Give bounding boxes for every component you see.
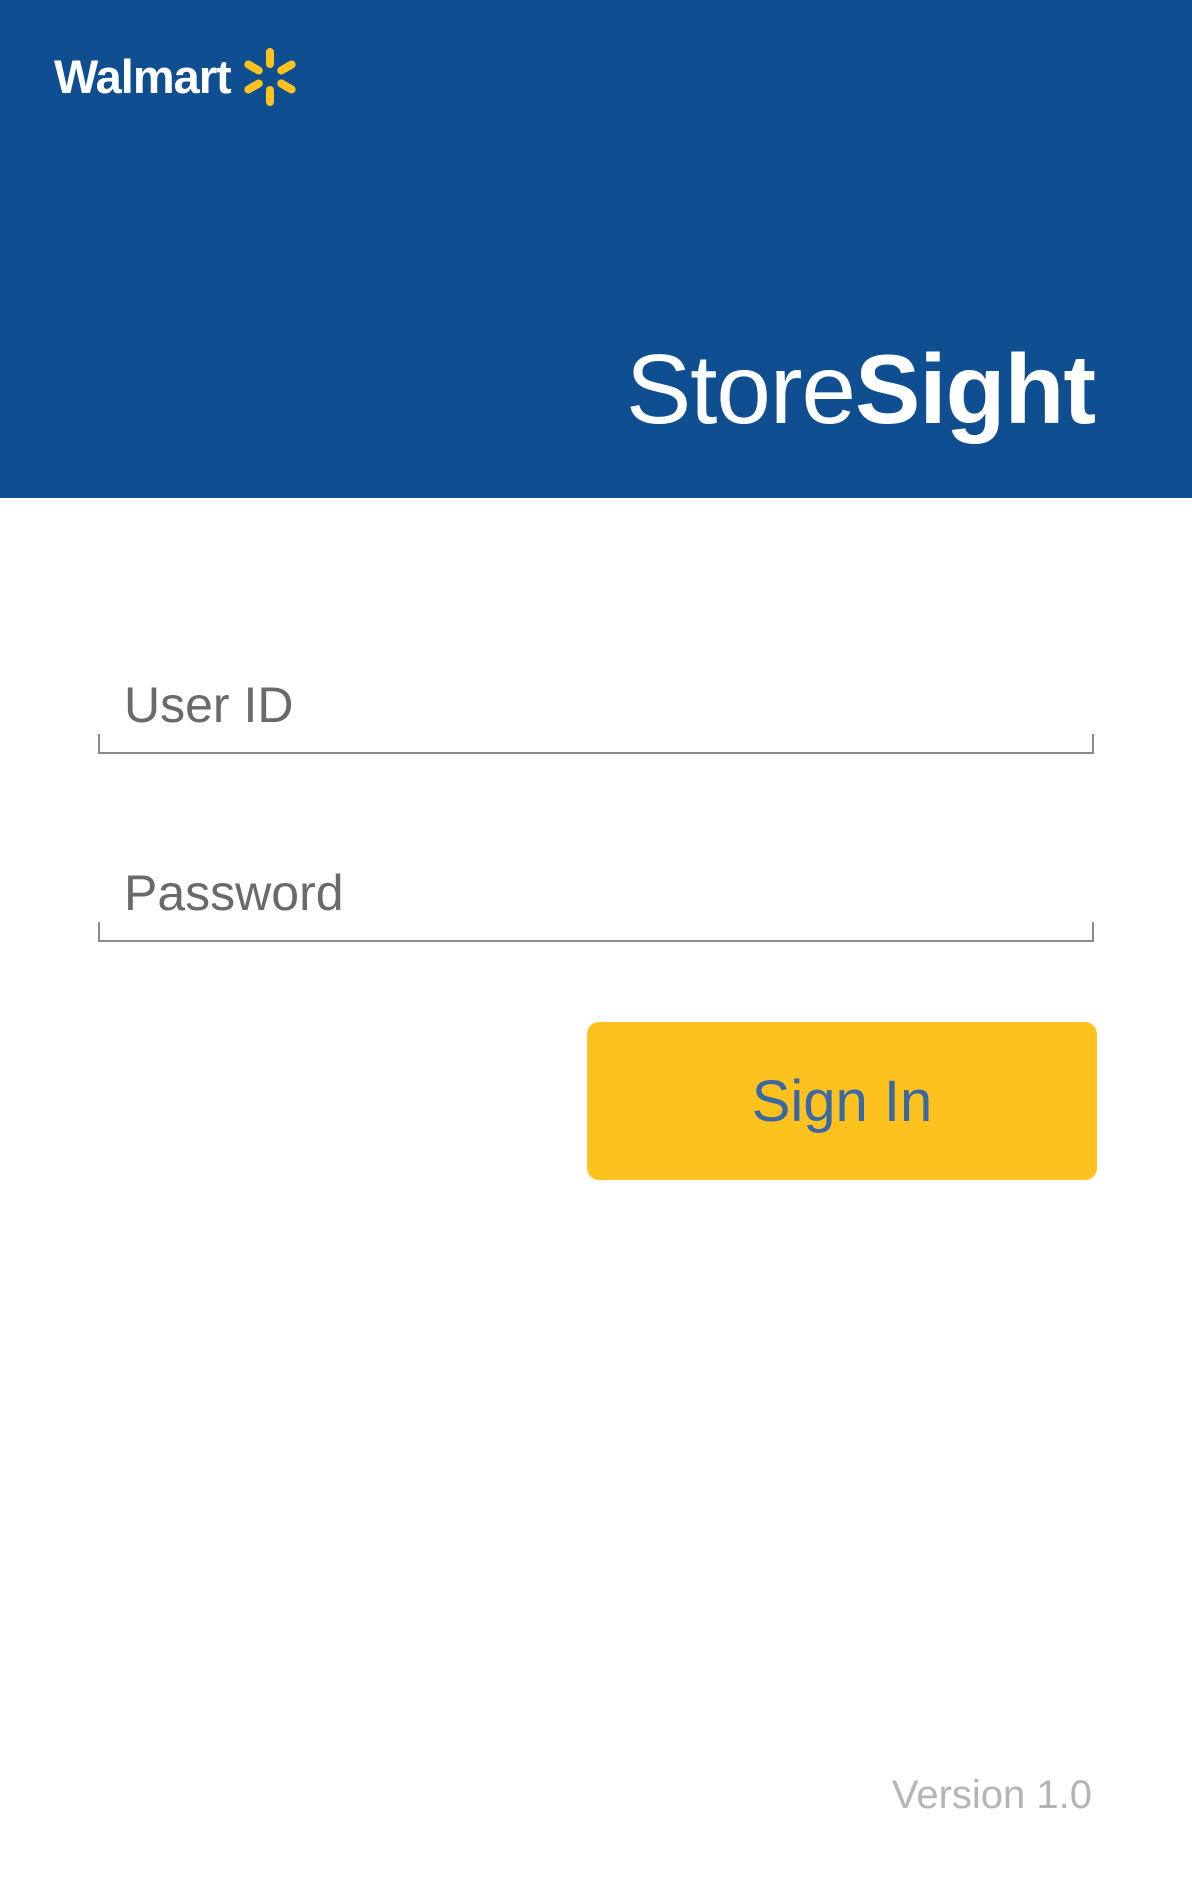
user-id-underline (98, 752, 1094, 754)
app-title-light: Store (625, 334, 856, 444)
version-label: Version 1.0 (891, 1773, 1092, 1817)
password-underline (98, 940, 1094, 942)
field-tick-left (98, 734, 100, 753)
brand-name: Walmart (54, 49, 232, 103)
field-tick-right (1092, 922, 1094, 941)
spark-icon (244, 48, 296, 106)
header-banner: Walmart StoreSight (0, 0, 1192, 498)
user-id-input[interactable] (98, 672, 1094, 738)
sign-in-button[interactable]: Sign In (587, 1022, 1097, 1180)
field-tick-left (98, 922, 100, 941)
user-id-field (98, 672, 1094, 754)
app-title: StoreSight (626, 340, 1096, 439)
field-tick-right (1092, 734, 1094, 753)
password-field (98, 860, 1094, 942)
password-input[interactable] (98, 860, 1094, 926)
app-title-bold: Sight (855, 334, 1096, 444)
walmart-logo: Walmart (54, 44, 301, 108)
